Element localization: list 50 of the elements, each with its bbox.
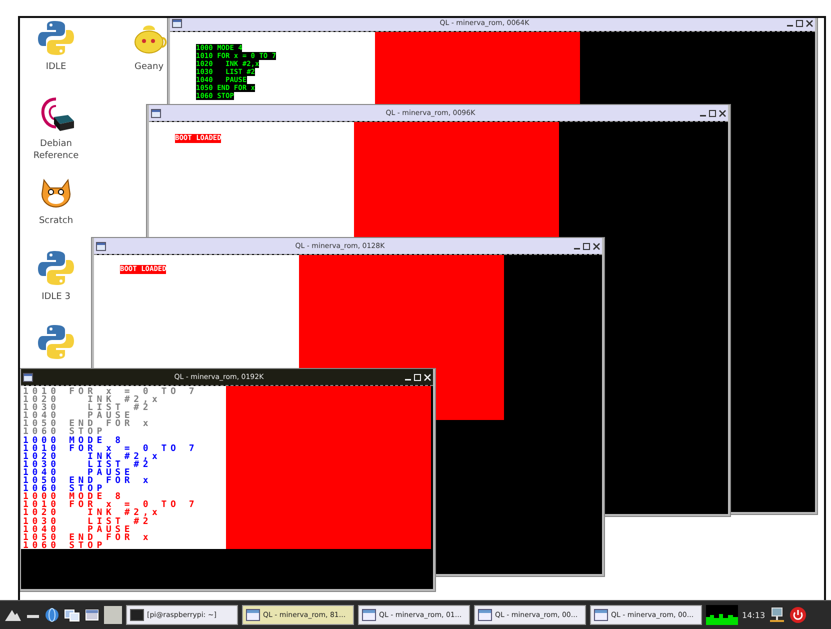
code-line: 1000 MODE 8 — [23, 493, 124, 502]
close-icon[interactable] — [593, 242, 600, 250]
close-icon[interactable] — [719, 110, 726, 116]
window-icon[interactable] — [96, 242, 106, 250]
windows-icon[interactable] — [64, 607, 80, 623]
code-line: 1030 LIST #2 — [23, 404, 152, 412]
python-logo-icon[interactable] — [36, 248, 76, 288]
maximize-icon[interactable] — [583, 242, 590, 250]
code-line: 1000 MODE 8 — [23, 436, 124, 445]
python-logo-icon[interactable] — [36, 18, 76, 58]
code-line: 1060 STOP — [23, 485, 106, 494]
code-line: 1020 INK #2,x — [23, 452, 162, 461]
icon-label: Scratch — [38, 215, 74, 227]
icon-label: Debian Reference — [33, 138, 79, 162]
code-line: 1040 PAUSE — [23, 412, 134, 420]
code-line: 1030 LIST #2 — [23, 460, 152, 469]
code-line: 1010 FOR x = 0 TO 7 — [23, 444, 198, 453]
code-line: 1020 INK #2,x — [23, 509, 162, 518]
network-icon[interactable] — [769, 606, 786, 624]
close-icon[interactable] — [806, 20, 813, 26]
window-icon[interactable] — [151, 108, 161, 118]
code-line: 1010 FOR x = 0 TO 7 — [23, 501, 198, 510]
code-line: 1010 FOR x = 0 TO 7 — [23, 388, 198, 396]
maximize-icon[interactable] — [709, 110, 716, 116]
window-icon — [594, 609, 608, 621]
icon-label: IDLE — [46, 61, 66, 73]
code-line: 1040 PAUSE — [23, 468, 134, 478]
code-line: 1020 INK #2,x — [23, 396, 162, 404]
globe-icon[interactable] — [44, 607, 60, 623]
window-icon — [362, 609, 376, 621]
window-icon — [246, 609, 260, 621]
code-line: 1060 STOP — [23, 428, 106, 437]
terminal-icon — [130, 609, 144, 621]
maximize-icon[interactable] — [796, 20, 803, 26]
window-icon — [478, 609, 492, 621]
code-line: 1050 END FOR x — [23, 534, 152, 542]
code-line: 1050 END FOR x — [23, 477, 152, 486]
cpu-graph-icon — [706, 605, 738, 625]
code-line: 1040 PAUSE — [23, 526, 134, 534]
clock[interactable]: 14:13 — [742, 610, 766, 620]
window-icon[interactable] — [172, 18, 182, 28]
code-line: 1060 STOP — [23, 542, 106, 550]
shutdown-icon[interactable] — [789, 606, 808, 624]
code-line: 1030 LIST #2 — [23, 518, 152, 526]
icon-label: Geany — [134, 61, 164, 73]
window-stack-icon[interactable] — [84, 607, 100, 623]
python-logo-icon[interactable] — [36, 322, 76, 362]
icon-label: IDLE 3 — [42, 291, 70, 303]
window-icon[interactable] — [23, 372, 33, 382]
code-line: 1050 END FOR x — [23, 420, 152, 428]
